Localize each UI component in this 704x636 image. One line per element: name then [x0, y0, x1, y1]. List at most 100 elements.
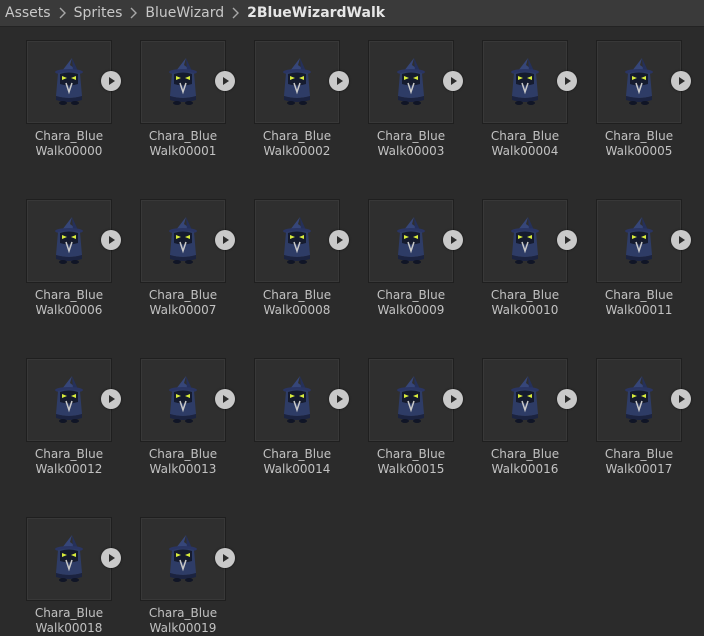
asset-thumbnail[interactable] [26, 40, 121, 124]
asset-thumbnail[interactable] [596, 199, 691, 283]
blue-wizard-sprite-icon [625, 376, 653, 423]
asset-thumbnail[interactable] [140, 358, 235, 442]
asset-item[interactable]: Chara_Blue Walk00012 [26, 358, 121, 477]
asset-item[interactable]: Chara_Blue Walk00010 [482, 199, 577, 318]
asset-label-line1: Chara_Blue [376, 447, 446, 461]
play-button[interactable] [215, 389, 235, 409]
blue-wizard-sprite-icon [283, 217, 311, 264]
breadcrumb-item-assets[interactable]: Assets [5, 5, 51, 21]
asset-item[interactable]: Chara_Blue Walk00007 [140, 199, 235, 318]
asset-thumbnail[interactable] [254, 40, 349, 124]
asset-thumbnail[interactable] [254, 358, 349, 442]
asset-thumbnail[interactable] [596, 358, 691, 442]
asset-thumbnail[interactable] [140, 40, 235, 124]
play-button[interactable] [443, 71, 463, 91]
play-button[interactable] [329, 71, 349, 91]
play-button[interactable] [215, 71, 235, 91]
breadcrumb-item-bluewizard[interactable]: BlueWizard [145, 5, 224, 21]
asset-label-line2: Walk00005 [605, 144, 673, 158]
asset-item[interactable]: Chara_Blue Walk00017 [596, 358, 691, 477]
play-icon [337, 395, 343, 403]
play-button[interactable] [557, 389, 577, 409]
play-button[interactable] [215, 230, 235, 250]
asset-label-line1: Chara_Blue [34, 447, 104, 461]
asset-thumbnail[interactable] [26, 199, 121, 283]
asset-item[interactable]: Chara_Blue Walk00016 [482, 358, 577, 477]
asset-item[interactable]: Chara_Blue Walk00015 [368, 358, 463, 477]
asset-thumbnail[interactable] [368, 40, 463, 124]
asset-item[interactable]: Chara_Blue Walk00018 [26, 517, 121, 636]
play-button[interactable] [443, 230, 463, 250]
asset-item[interactable]: Chara_Blue Walk00006 [26, 199, 121, 318]
asset-thumbnail[interactable] [140, 199, 235, 283]
play-button[interactable] [101, 389, 121, 409]
asset-label-line1: Chara_Blue [34, 288, 104, 302]
play-button[interactable] [101, 71, 121, 91]
asset-label: Chara_Blue Walk00001 [140, 129, 226, 159]
play-button[interactable] [557, 230, 577, 250]
asset-label-line1: Chara_Blue [262, 447, 332, 461]
play-button[interactable] [329, 389, 349, 409]
blue-wizard-sprite-icon [625, 58, 653, 105]
play-icon [223, 77, 229, 85]
blue-wizard-sprite-icon [55, 58, 83, 105]
blue-wizard-sprite-icon [625, 217, 653, 264]
asset-label-line1: Chara_Blue [490, 129, 560, 143]
blue-wizard-sprite-icon [283, 58, 311, 105]
asset-item[interactable]: Chara_Blue Walk00008 [254, 199, 349, 318]
play-button[interactable] [671, 71, 691, 91]
play-icon [109, 236, 115, 244]
asset-label: Chara_Blue Walk00000 [26, 129, 112, 159]
asset-label-line1: Chara_Blue [148, 447, 218, 461]
asset-item[interactable]: Chara_Blue Walk00009 [368, 199, 463, 318]
asset-item[interactable]: Chara_Blue Walk00013 [140, 358, 235, 477]
play-button[interactable] [557, 71, 577, 91]
play-button[interactable] [443, 389, 463, 409]
play-button[interactable] [101, 230, 121, 250]
asset-label-line1: Chara_Blue [490, 447, 560, 461]
asset-thumbnail[interactable] [482, 358, 577, 442]
asset-thumbnail[interactable] [26, 358, 121, 442]
asset-thumbnail[interactable] [596, 40, 691, 124]
asset-item[interactable]: Chara_Blue Walk00003 [368, 40, 463, 159]
asset-item[interactable]: Chara_Blue Walk00011 [596, 199, 691, 318]
asset-item[interactable]: Chara_Blue Walk00000 [26, 40, 121, 159]
asset-label: Chara_Blue Walk00005 [596, 129, 682, 159]
play-button[interactable] [671, 230, 691, 250]
asset-label: Chara_Blue Walk00003 [368, 129, 454, 159]
asset-thumbnail[interactable] [254, 199, 349, 283]
asset-label-line2: Walk00016 [491, 462, 559, 476]
play-icon [451, 395, 457, 403]
asset-thumbnail[interactable] [26, 517, 121, 601]
asset-thumbnail[interactable] [482, 40, 577, 124]
blue-wizard-sprite-icon [55, 535, 83, 582]
asset-label-line1: Chara_Blue [604, 447, 674, 461]
asset-thumbnail[interactable] [140, 517, 235, 601]
asset-thumbnail[interactable] [368, 358, 463, 442]
asset-label-line1: Chara_Blue [376, 288, 446, 302]
breadcrumb-item-sprites[interactable]: Sprites [74, 5, 123, 21]
asset-thumbnail[interactable] [368, 199, 463, 283]
play-icon [679, 236, 685, 244]
asset-label-line2: Walk00015 [377, 462, 445, 476]
play-icon [109, 395, 115, 403]
asset-item[interactable]: Chara_Blue Walk00005 [596, 40, 691, 159]
blue-wizard-sprite-icon [397, 376, 425, 423]
asset-thumbnail[interactable] [482, 199, 577, 283]
play-button[interactable] [329, 230, 349, 250]
play-button[interactable] [215, 548, 235, 568]
asset-label: Chara_Blue Walk00010 [482, 288, 568, 318]
asset-item[interactable]: Chara_Blue Walk00014 [254, 358, 349, 477]
play-button[interactable] [101, 548, 121, 568]
asset-label-line2: Walk00004 [491, 144, 559, 158]
asset-label-line1: Chara_Blue [262, 288, 332, 302]
blue-wizard-sprite-icon [169, 217, 197, 264]
play-button[interactable] [671, 389, 691, 409]
asset-label: Chara_Blue Walk00002 [254, 129, 340, 159]
asset-item[interactable]: Chara_Blue Walk00019 [140, 517, 235, 636]
asset-item[interactable]: Chara_Blue Walk00001 [140, 40, 235, 159]
asset-item[interactable]: Chara_Blue Walk00002 [254, 40, 349, 159]
asset-item[interactable]: Chara_Blue Walk00004 [482, 40, 577, 159]
blue-wizard-sprite-icon [511, 376, 539, 423]
asset-label-line1: Chara_Blue [490, 288, 560, 302]
